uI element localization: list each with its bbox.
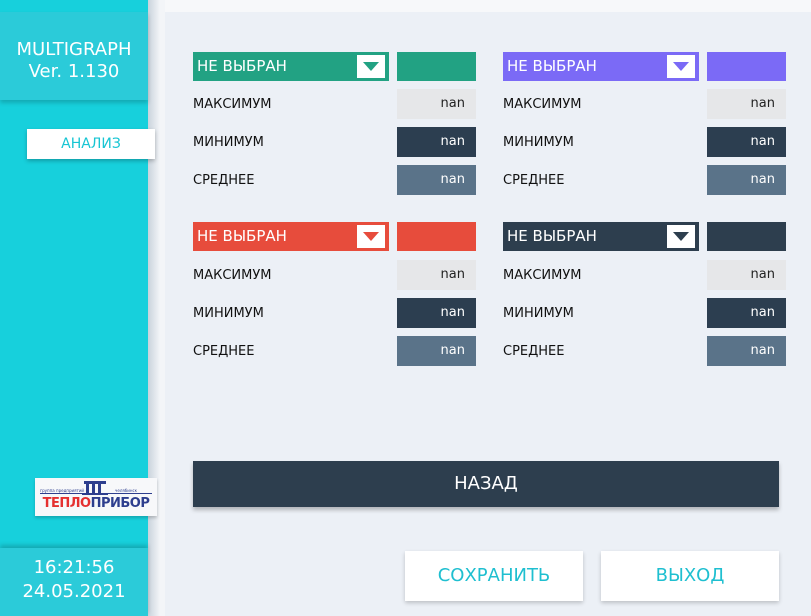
clock-time: 16:21:56 (33, 557, 115, 578)
min-label: МИНИМУМ (503, 135, 574, 150)
min-label: МИНИМУМ (193, 306, 264, 321)
avg-value: nan (397, 165, 476, 195)
nav-analysis-button[interactable]: АНАЛИЗ (27, 129, 155, 159)
dropdown-button[interactable] (667, 55, 695, 78)
avg-value: nan (707, 165, 786, 195)
series-select-value: НЕ ВЫБРАН (197, 227, 287, 245)
series-select-4[interactable]: НЕ ВЫБРАН (503, 222, 699, 251)
avg-value: nan (707, 336, 786, 366)
clock-block: 16:21:56 24.05.2021 (0, 548, 148, 616)
max-label: МАКСИМУМ (503, 97, 582, 112)
min-value: nan (707, 127, 786, 157)
max-value: nan (707, 260, 786, 290)
sidebar: MULTIGRAPH Ver. 1.130 АНАЛИЗ группа пред… (0, 0, 160, 616)
series-group-1: НЕ ВЫБРАН МАКСИМУМ nan МИНИМУМ nan СРЕДН… (193, 52, 476, 202)
series-color-swatch (707, 222, 786, 251)
logo-text-part-2: ПРИБОР (90, 496, 150, 511)
max-value: nan (707, 89, 786, 119)
max-value: nan (397, 260, 476, 290)
chevron-down-icon (673, 232, 689, 241)
logo-text: ТЕПЛОПРИБОР (35, 496, 157, 511)
min-value: nan (397, 127, 476, 157)
avg-label: СРЕДНЕЕ (503, 173, 565, 188)
min-value: nan (707, 298, 786, 328)
series-select-1[interactable]: НЕ ВЫБРАН (193, 52, 389, 81)
app-title-block: MULTIGRAPH Ver. 1.130 (0, 12, 148, 100)
series-select-value: НЕ ВЫБРАН (197, 57, 287, 75)
chevron-down-icon (363, 62, 379, 71)
min-label: МИНИМУМ (503, 306, 574, 321)
series-color-swatch (397, 52, 476, 81)
series-group-4: НЕ ВЫБРАН МАКСИМУМ nan МИНИМУМ nan СРЕДН… (503, 222, 786, 372)
chevron-down-icon (673, 62, 689, 71)
dropdown-button[interactable] (357, 225, 385, 248)
series-color-swatch (707, 52, 786, 81)
chevron-down-icon (363, 232, 379, 241)
max-label: МАКСИМУМ (503, 268, 582, 283)
series-color-swatch (397, 222, 476, 251)
avg-label: СРЕДНЕЕ (193, 344, 255, 359)
max-label: МАКСИМУМ (193, 268, 272, 283)
avg-label: СРЕДНЕЕ (503, 344, 565, 359)
clock-date: 24.05.2021 (22, 581, 126, 602)
exit-button[interactable]: ВЫХОД (601, 551, 779, 601)
dropdown-button[interactable] (667, 225, 695, 248)
max-label: МАКСИМУМ (193, 97, 272, 112)
back-button[interactable]: НАЗАД (193, 461, 779, 507)
avg-value: nan (397, 336, 476, 366)
dropdown-button[interactable] (357, 55, 385, 78)
company-logo: группа предприятий челябинск ТЕПЛОПРИБОР (35, 478, 157, 516)
save-button[interactable]: СОХРАНИТЬ (405, 551, 583, 601)
min-value: nan (397, 298, 476, 328)
series-group-3: НЕ ВЫБРАН МАКСИМУМ nan МИНИМУМ nan СРЕДН… (193, 222, 476, 372)
min-label: МИНИМУМ (193, 135, 264, 150)
series-select-2[interactable]: НЕ ВЫБРАН (503, 52, 699, 81)
top-border (165, 0, 811, 12)
series-group-2: НЕ ВЫБРАН МАКСИМУМ nan МИНИМУМ nan СРЕДН… (503, 52, 786, 202)
max-value: nan (397, 89, 476, 119)
sidebar-shadow (148, 0, 160, 616)
logo-caption-left: группа предприятий (40, 488, 84, 493)
app-name: MULTIGRAPH (16, 39, 132, 60)
app-version: Ver. 1.130 (28, 61, 120, 82)
logo-caption-right: челябинск (115, 488, 138, 493)
series-select-value: НЕ ВЫБРАН (507, 57, 597, 75)
series-select-value: НЕ ВЫБРАН (507, 227, 597, 245)
avg-label: СРЕДНЕЕ (193, 173, 255, 188)
series-select-3[interactable]: НЕ ВЫБРАН (193, 222, 389, 251)
logo-text-part-1: ТЕПЛО (42, 496, 91, 511)
